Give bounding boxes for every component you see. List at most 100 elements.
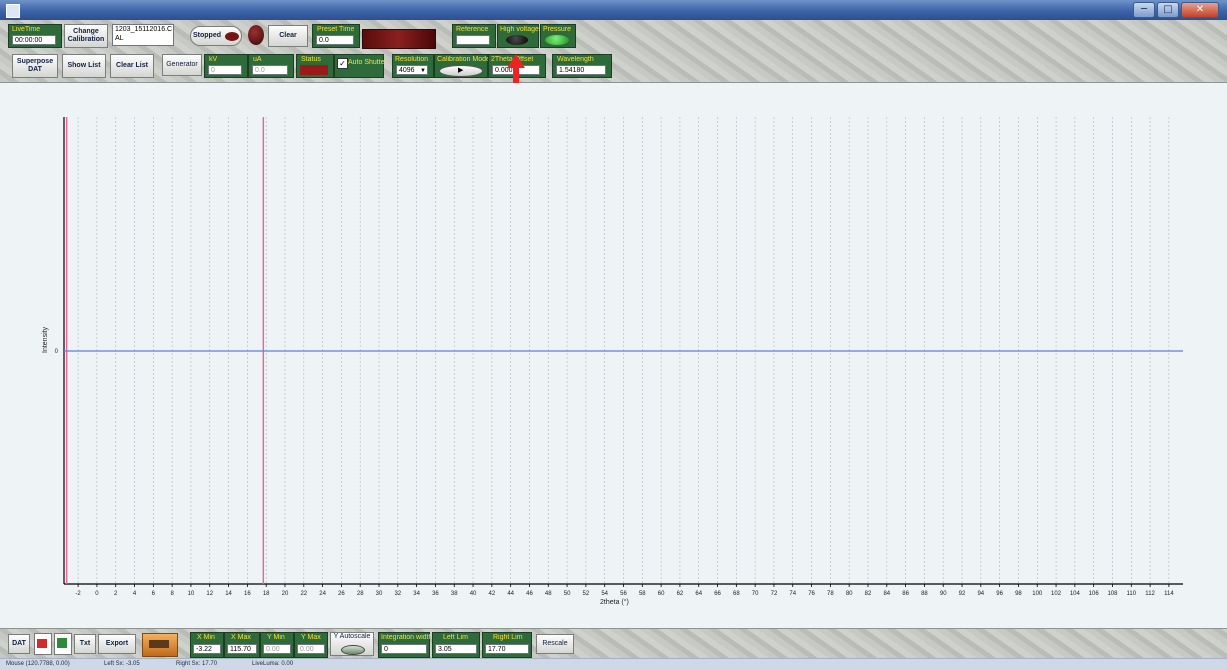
stopped-button[interactable]: Stopped xyxy=(190,26,242,46)
close-button[interactable]: ✕ xyxy=(1181,2,1219,18)
x-tick-label: 2 xyxy=(114,591,118,597)
right-lim-panel: Right Lim 17.70 xyxy=(482,632,532,658)
x-tick-label: 10 xyxy=(188,591,195,597)
right-lim-field[interactable]: 17.70 xyxy=(485,644,529,654)
x-tick-label: 90 xyxy=(940,591,947,597)
high-voltage-led-icon[interactable] xyxy=(506,35,528,45)
x-tick-label: 74 xyxy=(789,591,796,597)
ua-label: uA xyxy=(253,56,262,63)
x-tick-label: 34 xyxy=(413,591,420,597)
pressure-panel: Pressure xyxy=(540,24,576,48)
minimize-button[interactable]: ─ xyxy=(1133,2,1155,18)
x-tick-label: 12 xyxy=(206,591,213,597)
clear-list-button[interactable]: Clear List xyxy=(110,54,154,78)
x-tick-label: 48 xyxy=(545,591,552,597)
x-tick-label: 6 xyxy=(152,591,156,597)
x-tick-label: 96 xyxy=(996,591,1003,597)
spectrum-chart[interactable]: -2 0 2 4 6 8 10 12 14 16 18 20 22 24 26 28 30 32 34 36 38 40 4… xyxy=(0,83,1227,628)
kv-panel: kV 0 xyxy=(204,54,248,78)
ua-field[interactable]: 0.0 xyxy=(252,65,288,75)
status-bar: Mouse (120.7788, 0.00) Left Sx: -3.05 Ri… xyxy=(0,658,1227,670)
resolution-select[interactable]: 4096 ▼ xyxy=(396,65,428,75)
dat-button[interactable]: DAT xyxy=(8,634,30,654)
y-max-panel: Y Max 0.00 xyxy=(294,632,328,658)
x-tick-label: 68 xyxy=(733,591,740,597)
auto-shutter-panel: ✓ Auto Shutter xyxy=(334,54,387,78)
x-tick-label: 102 xyxy=(1051,591,1062,597)
top-toolbar: LiveTime 00:00:00 Change Calibration 120… xyxy=(0,20,1227,98)
y-autoscale-button[interactable]: Y Autoscale xyxy=(330,632,374,656)
x-axis-label: 2theta (°) xyxy=(600,599,629,606)
x-tick-label: 70 xyxy=(752,591,759,597)
x-tick-label: 40 xyxy=(470,591,477,597)
printer-icon[interactable] xyxy=(142,633,178,657)
maximize-button[interactable]: □ xyxy=(1157,2,1179,18)
x-tick-label: 4 xyxy=(133,591,137,597)
x-tick-label: 30 xyxy=(376,591,383,597)
x-tick-label: 8 xyxy=(170,591,174,597)
preset-time-panel: Preset Time 0.0 xyxy=(312,24,360,48)
x-tick-label: 32 xyxy=(394,591,401,597)
x-max-label: X Max xyxy=(231,634,251,641)
calibration-mode-toggle[interactable]: ▶ xyxy=(439,65,483,77)
preset-time-field[interactable]: 0.0 xyxy=(316,35,354,45)
superpose-dat-button[interactable]: Superpose DAT xyxy=(12,54,58,78)
x-min-field[interactable]: -3.22 xyxy=(193,644,221,654)
bottom-toolbar: DAT Txt Export X Min -3.22 X Max 115.70 … xyxy=(0,628,1227,659)
preset-time-label: Preset Time xyxy=(317,26,355,33)
left-sx-text: Left Sx: -3.05 xyxy=(104,661,140,667)
ua-panel: uA 0.0 xyxy=(248,54,294,78)
livetime-label: LiveTime xyxy=(12,26,41,33)
resolution-label: Resolution xyxy=(395,56,429,63)
toggle-icon xyxy=(341,645,365,655)
rescale-button[interactable]: Rescale xyxy=(536,634,574,654)
change-calibration-button[interactable]: Change Calibration xyxy=(64,24,108,48)
wavelength-field[interactable]: 1.54180 xyxy=(556,65,606,75)
x-tick-label: 20 xyxy=(282,591,289,597)
x-tick-label: 76 xyxy=(808,591,815,597)
x-tick-label: 72 xyxy=(771,591,778,597)
generator-button[interactable]: Generator xyxy=(162,54,202,76)
clear-button[interactable]: Clear xyxy=(268,25,308,47)
y-max-field[interactable]: 0.00 xyxy=(297,644,325,654)
high-voltage-label: High voltage xyxy=(500,26,539,33)
status-panel: Status xyxy=(296,54,334,78)
x-tick-label: 94 xyxy=(977,591,984,597)
y-autoscale-label: Y Autoscale xyxy=(333,633,371,640)
calibration-file-field: 1203_15112016.C AL xyxy=(112,24,174,46)
show-list-button[interactable]: Show List xyxy=(62,54,106,78)
x-tick-label: 42 xyxy=(489,591,496,597)
right-sx-text: Right Sx: 17.70 xyxy=(176,661,218,667)
export-button[interactable]: Export xyxy=(98,634,136,654)
status-led-icon xyxy=(248,25,264,45)
status-indicator xyxy=(300,65,328,75)
auto-shutter-checkbox[interactable]: ✓ xyxy=(337,58,348,69)
x-tick-label: 84 xyxy=(883,591,890,597)
x-tick-label: -2 xyxy=(75,591,81,597)
x-tick-label: 110 xyxy=(1126,591,1136,597)
x-tick-label: 56 xyxy=(620,591,627,597)
progress-indicator xyxy=(362,29,436,49)
calibration-mode-label: Calibration Mode xyxy=(437,56,490,63)
plot-area[interactable]: -2 0 2 4 6 8 10 12 14 16 18 20 22 24 26 28 30 32 34 36 38 40 4… xyxy=(0,83,1227,628)
reference-panel: Reference xyxy=(452,24,496,48)
x-max-field[interactable]: 115.70 xyxy=(227,644,257,654)
high-voltage-panel: High voltage xyxy=(497,24,539,48)
spreadsheet-icon[interactable] xyxy=(54,633,72,655)
x-tick-label: 0 xyxy=(95,591,99,597)
txt-button[interactable]: Txt xyxy=(74,634,96,654)
pdf-icon[interactable] xyxy=(34,633,52,655)
mouse-position-text: Mouse (120.7788, 0.00) xyxy=(6,661,70,667)
left-lim-field[interactable]: 3.05 xyxy=(435,644,477,654)
play-icon: ▶ xyxy=(458,67,464,74)
integration-width-label: Integration width xyxy=(381,634,433,641)
kv-field[interactable]: 0 xyxy=(208,65,242,75)
stop-icon xyxy=(225,31,239,41)
x-tick-label: 78 xyxy=(827,591,834,597)
y-min-field[interactable]: 0.00 xyxy=(263,644,291,654)
status-label: Status xyxy=(301,56,321,63)
kv-label: kV xyxy=(209,56,218,63)
liveluma-text: LiveLuma: 0.00 xyxy=(252,661,294,667)
integration-width-field[interactable]: 0 xyxy=(381,644,427,654)
x-tick-label: 100 xyxy=(1032,591,1043,597)
